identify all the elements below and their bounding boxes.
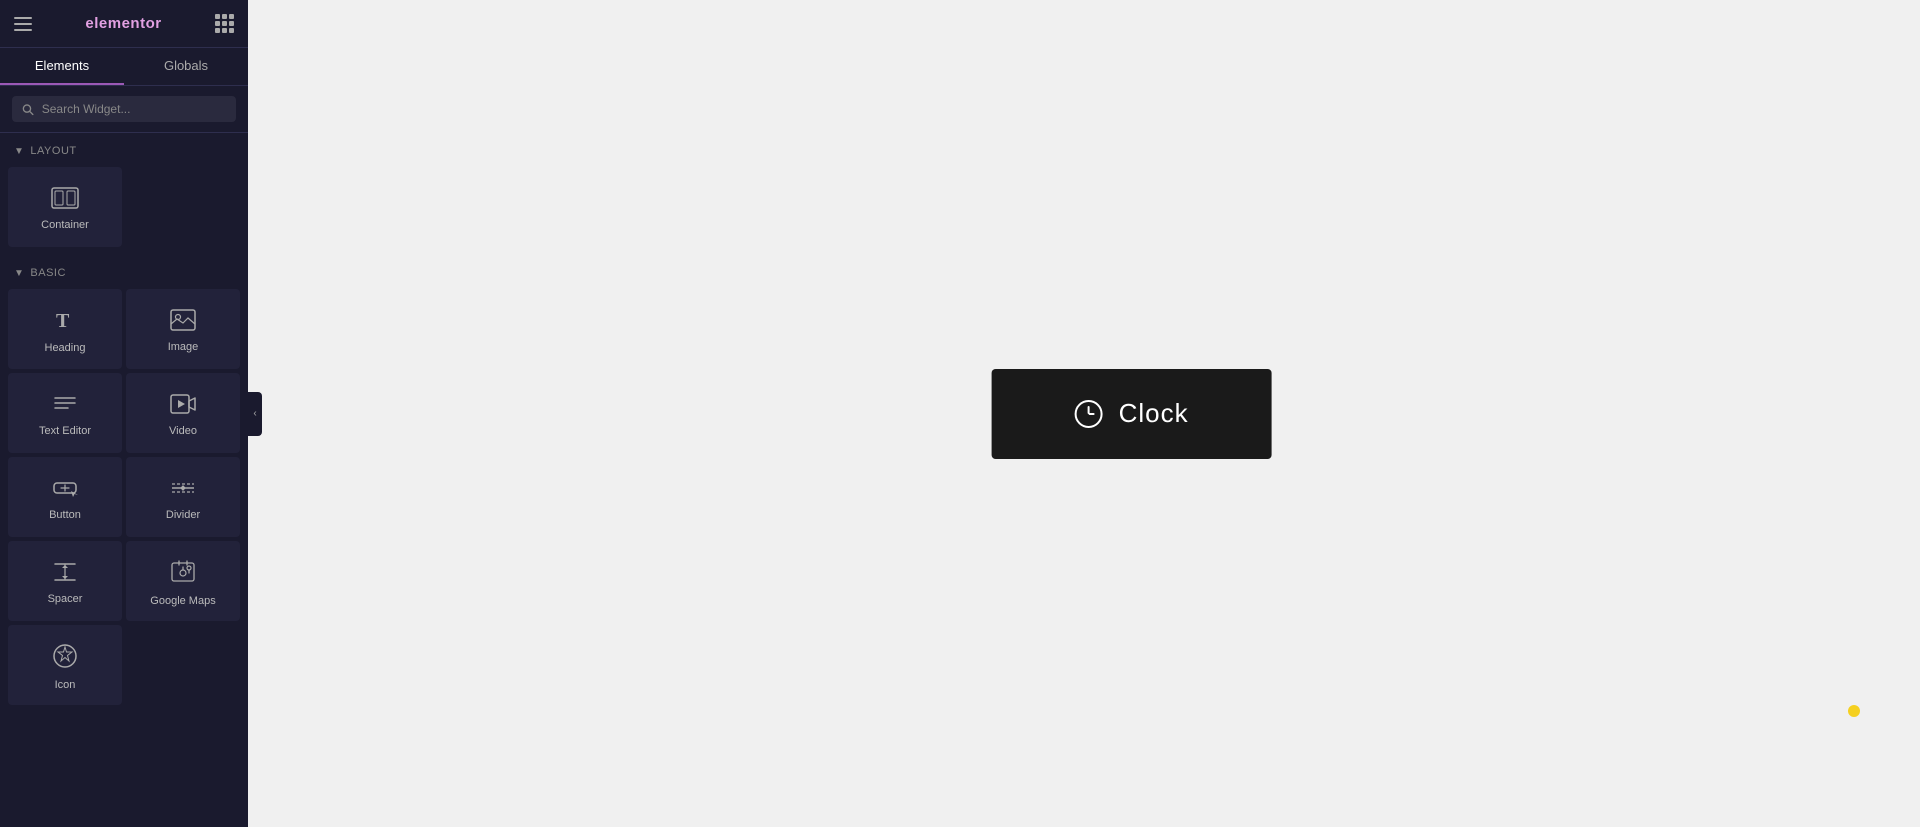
widget-divider[interactable]: Divider bbox=[126, 457, 240, 537]
clock-widget-label: Clock bbox=[1119, 398, 1189, 429]
sidebar-tabs: Elements Globals bbox=[0, 48, 248, 86]
collapse-sidebar-handle[interactable]: ‹ bbox=[248, 392, 262, 436]
widget-image[interactable]: Image bbox=[126, 289, 240, 369]
widget-text-editor[interactable]: Text Editor bbox=[8, 373, 122, 453]
layout-arrow-icon: ▼ bbox=[14, 146, 24, 157]
text-editor-icon bbox=[52, 393, 78, 419]
clock-widget: Clock bbox=[992, 369, 1272, 459]
widget-video[interactable]: Video bbox=[126, 373, 240, 453]
widget-container[interactable]: Container bbox=[8, 167, 122, 247]
widget-container-label: Container bbox=[41, 219, 89, 231]
cursor-dot bbox=[1848, 705, 1860, 717]
heading-icon: T bbox=[53, 308, 77, 336]
widget-divider-label: Divider bbox=[166, 509, 200, 521]
grid-icon[interactable] bbox=[215, 14, 234, 33]
google-maps-icon bbox=[170, 559, 196, 589]
search-icon bbox=[22, 103, 34, 116]
spacer-icon bbox=[52, 561, 78, 587]
sidebar-header: elementor bbox=[0, 0, 248, 48]
basic-arrow-icon: ▼ bbox=[14, 268, 24, 279]
svg-text:T: T bbox=[56, 310, 70, 332]
widget-button-label: Button bbox=[49, 509, 81, 521]
widget-heading-label: Heading bbox=[45, 342, 86, 354]
widget-image-label: Image bbox=[168, 341, 199, 353]
search-bar bbox=[0, 86, 248, 133]
canvas-area: ‹ Clock bbox=[248, 0, 1920, 827]
widget-spacer-label: Spacer bbox=[48, 593, 83, 605]
section-basic-heading: ▼ Basic bbox=[0, 255, 248, 285]
widget-icon[interactable]: Icon bbox=[8, 625, 122, 705]
widget-spacer[interactable]: Spacer bbox=[8, 541, 122, 621]
icon-widget-icon bbox=[52, 643, 78, 673]
container-icon bbox=[51, 187, 79, 213]
section-layout-heading: ▼ Layout bbox=[0, 133, 248, 163]
widget-heading[interactable]: T Heading bbox=[8, 289, 122, 369]
widget-text-editor-label: Text Editor bbox=[39, 425, 91, 437]
widget-button[interactable]: Button bbox=[8, 457, 122, 537]
widget-video-label: Video bbox=[169, 425, 197, 437]
video-icon bbox=[170, 393, 196, 419]
clock-icon bbox=[1075, 400, 1103, 428]
widget-google-maps[interactable]: Google Maps bbox=[126, 541, 240, 621]
hamburger-icon[interactable] bbox=[14, 17, 32, 31]
button-icon bbox=[51, 477, 79, 503]
layout-widget-grid: Container bbox=[0, 163, 248, 255]
divider-icon bbox=[170, 477, 196, 503]
widget-icon-label: Icon bbox=[55, 679, 76, 691]
widget-google-maps-label: Google Maps bbox=[150, 595, 215, 607]
image-icon bbox=[170, 309, 196, 335]
tab-elements[interactable]: Elements bbox=[0, 48, 124, 85]
tab-globals[interactable]: Globals bbox=[124, 48, 248, 85]
search-input[interactable] bbox=[42, 102, 226, 116]
basic-widget-grid: T Heading Image bbox=[0, 285, 248, 713]
elementor-logo: elementor bbox=[85, 15, 161, 32]
sidebar: elementor Elements Globals ▼ Layout bbox=[0, 0, 248, 827]
